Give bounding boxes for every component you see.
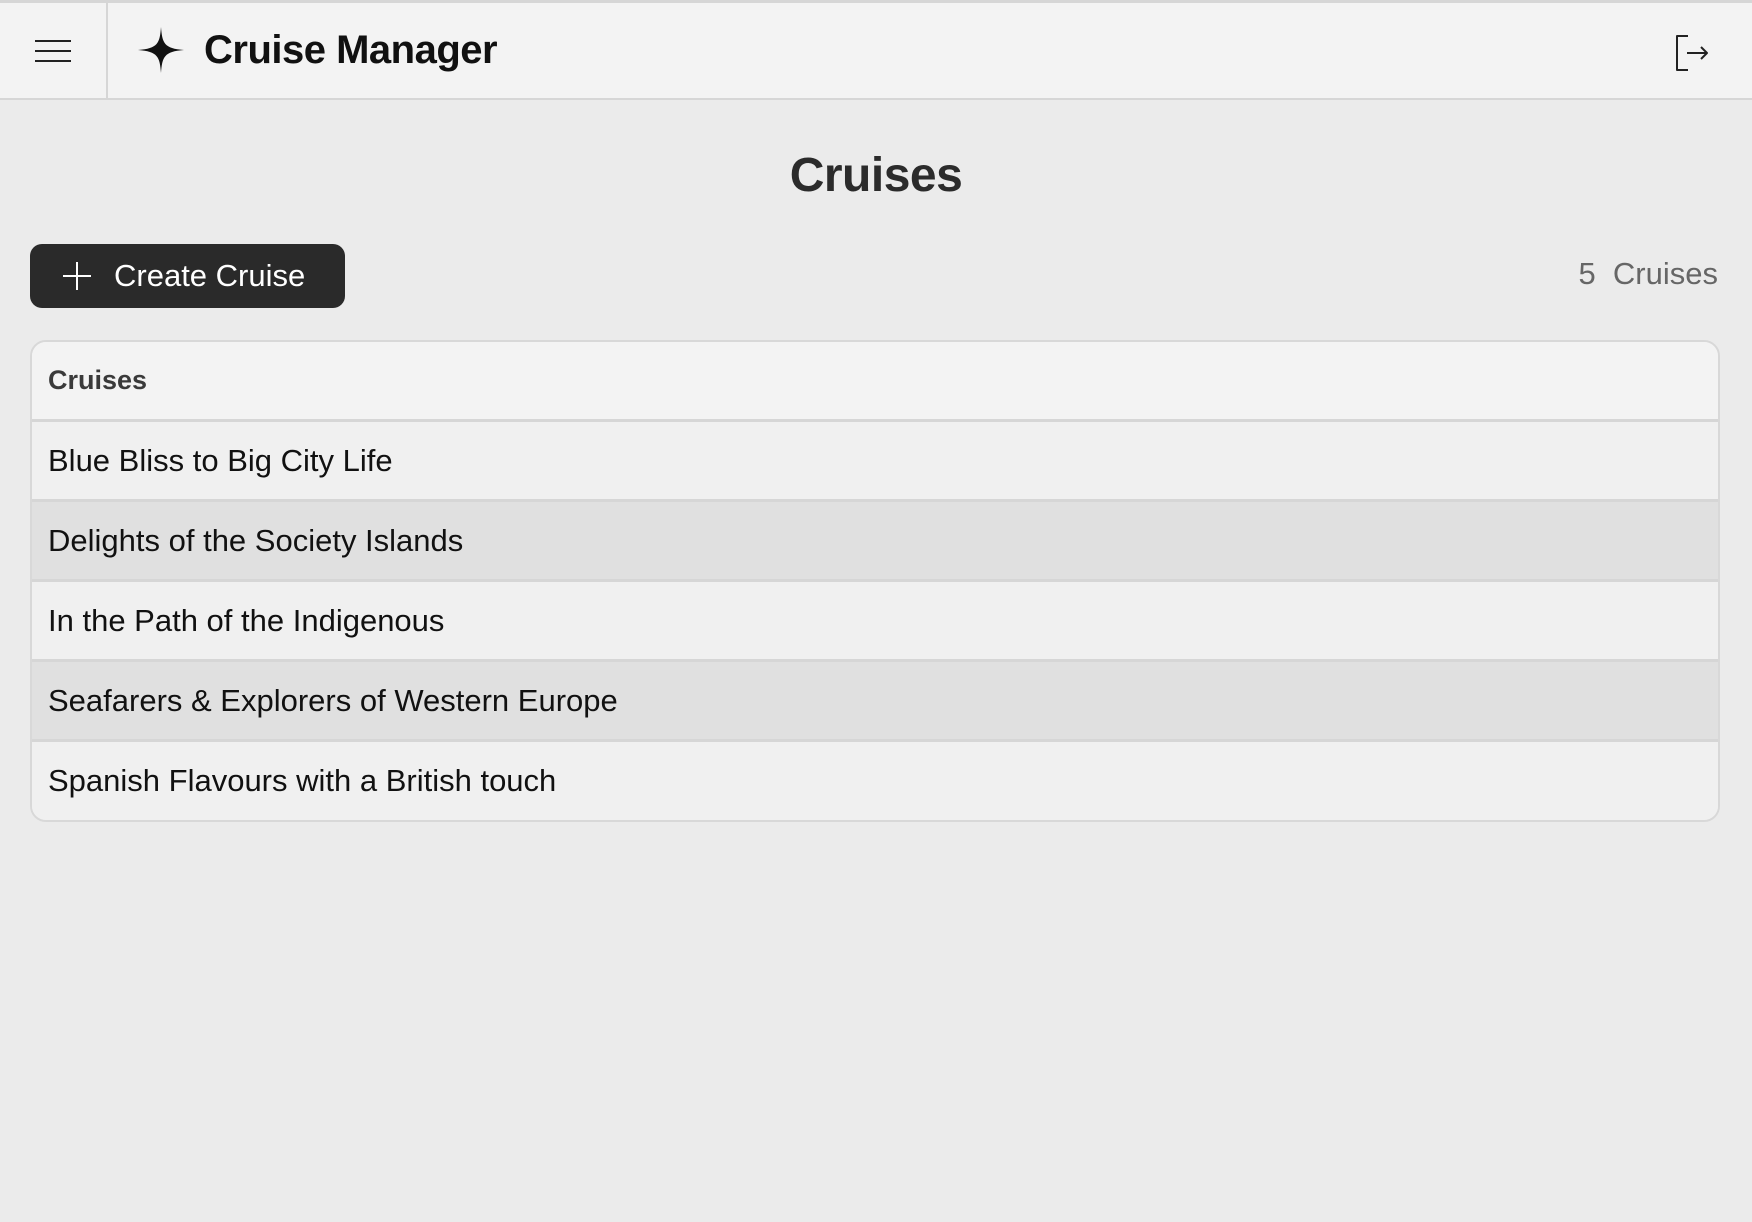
table-header: Cruises [32,342,1718,422]
hamburger-menu-icon [35,39,71,62]
app-title: Cruise Manager [204,28,498,72]
table-row[interactable]: Seafarers & Explorers of Western Europe [32,662,1718,742]
logout-icon [1676,35,1708,71]
menu-button[interactable] [0,3,108,98]
sparkle-star-icon [138,27,184,73]
cruise-count: 5 Cruises [1578,256,1718,291]
table-row[interactable]: Spanish Flavours with a British touch [32,742,1718,820]
cruises-table: Cruises Blue Bliss to Big City Life Deli… [30,340,1720,822]
plus-icon [63,262,91,290]
logout-button[interactable] [1670,31,1714,75]
table-row[interactable]: In the Path of the Indigenous [32,582,1718,662]
create-cruise-button[interactable]: Create Cruise [30,244,345,308]
table-row[interactable]: Blue Bliss to Big City Life [32,422,1718,502]
page-title: Cruises [789,149,963,202]
create-cruise-label: Create Cruise [114,258,306,293]
top-bar: Cruise Manager [0,0,1752,100]
table-row[interactable]: Delights of the Society Islands [32,502,1718,582]
